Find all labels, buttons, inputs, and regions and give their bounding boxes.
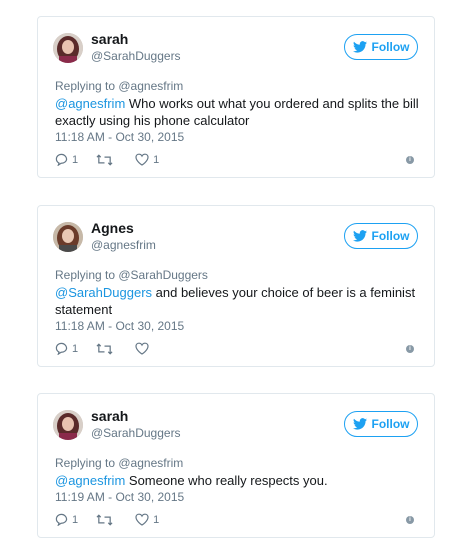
reply-icon: [55, 153, 68, 166]
info-icon[interactable]: i: [406, 345, 414, 353]
mention-link[interactable]: @agnesfrim: [55, 473, 125, 488]
timestamp[interactable]: 11:19 AM - Oct 30, 2015: [55, 490, 184, 504]
retweet-icon: [96, 342, 113, 355]
heart-icon: [135, 153, 149, 166]
info-icon[interactable]: i: [406, 156, 414, 164]
like-button[interactable]: 1: [135, 513, 159, 526]
twitter-bird-icon: [352, 418, 367, 430]
display-name[interactable]: sarah: [91, 31, 128, 47]
tweet-card: sarah @SarahDuggers Follow Replying to @…: [37, 393, 435, 538]
reply-button[interactable]: 1: [55, 342, 78, 355]
heart-icon: [135, 342, 149, 355]
action-bar: 1 1: [55, 513, 177, 526]
like-button[interactable]: [135, 342, 153, 355]
retweet-button[interactable]: [96, 513, 117, 526]
mention-link[interactable]: @SarahDuggers: [55, 285, 152, 300]
action-bar: 1 1: [55, 153, 177, 166]
follow-button[interactable]: Follow: [344, 223, 418, 249]
retweet-button[interactable]: [96, 153, 117, 166]
tweet-card: sarah @SarahDuggers Follow Replying to @…: [37, 16, 435, 178]
replying-to: Replying to @SarahDuggers: [55, 268, 208, 282]
timestamp[interactable]: 11:18 AM - Oct 30, 2015: [55, 130, 184, 144]
twitter-bird-icon: [352, 230, 367, 242]
action-bar: 1: [55, 342, 171, 355]
mention-link[interactable]: @agnesfrim: [55, 96, 125, 111]
tweet-text: @agnesfrim Someone who really respects y…: [55, 472, 425, 489]
follow-button[interactable]: Follow: [344, 34, 418, 60]
timestamp[interactable]: 11:18 AM - Oct 30, 2015: [55, 319, 184, 333]
retweet-button[interactable]: [96, 342, 117, 355]
retweet-icon: [96, 153, 113, 166]
display-name[interactable]: sarah: [91, 408, 128, 424]
info-icon[interactable]: i: [406, 516, 414, 524]
reply-count: 1: [72, 153, 79, 166]
avatar[interactable]: [53, 410, 83, 440]
reply-button[interactable]: 1: [55, 513, 78, 526]
tweet-text: @SarahDuggers and believes your choice o…: [55, 284, 425, 318]
retweet-icon: [96, 513, 113, 526]
follow-button[interactable]: Follow: [344, 411, 418, 437]
tweet-text: @agnesfrim Who works out what you ordere…: [55, 95, 425, 129]
follow-label: Follow: [371, 229, 410, 243]
user-handle[interactable]: @SarahDuggers: [91, 49, 181, 63]
like-count: 1: [153, 153, 160, 166]
twitter-bird-icon: [352, 41, 367, 53]
user-handle[interactable]: @agnesfrim: [91, 238, 156, 252]
tweet-card: Agnes @agnesfrim Follow Replying to @Sar…: [37, 205, 435, 367]
follow-label: Follow: [371, 417, 410, 431]
reply-button[interactable]: 1: [55, 153, 78, 166]
like-count: 1: [153, 513, 160, 526]
avatar[interactable]: [53, 222, 83, 252]
reply-count: 1: [72, 513, 79, 526]
heart-icon: [135, 513, 149, 526]
replying-to: Replying to @agnesfrim: [55, 456, 184, 470]
follow-label: Follow: [371, 40, 410, 54]
reply-count: 1: [72, 342, 79, 355]
user-handle[interactable]: @SarahDuggers: [91, 426, 181, 440]
reply-icon: [55, 513, 68, 526]
tweet-body: Someone who really respects you.: [125, 473, 328, 488]
display-name[interactable]: Agnes: [91, 220, 134, 236]
avatar[interactable]: [53, 33, 83, 63]
like-button[interactable]: 1: [135, 153, 159, 166]
reply-icon: [55, 342, 68, 355]
replying-to: Replying to @agnesfrim: [55, 79, 184, 93]
